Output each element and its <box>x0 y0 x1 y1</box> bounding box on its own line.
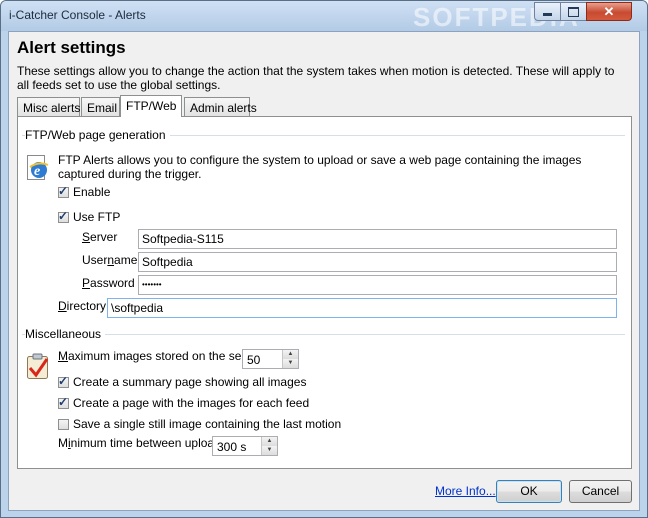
spin-down-icon[interactable]: ▼ <box>261 446 277 455</box>
min-time-label: Minimum time between uploads <box>58 436 227 450</box>
maximize-icon <box>568 6 579 17</box>
spin-up-icon[interactable]: ▲ <box>282 350 298 359</box>
check-icon: ✓ <box>58 373 69 388</box>
page-description: These settings allow you to change the a… <box>17 64 615 92</box>
password-field[interactable]: ••••••• <box>138 275 617 295</box>
clipboard-check-icon <box>27 353 49 379</box>
spin-down-icon[interactable]: ▼ <box>282 359 298 368</box>
close-button[interactable]: ✕ <box>586 2 632 21</box>
server-field[interactable]: Softpedia-S115 <box>138 229 617 249</box>
enable-checkbox[interactable]: ✓ Enable <box>58 183 111 199</box>
single-still-label: Save a single still image containing the… <box>73 417 342 431</box>
server-label: Server <box>82 230 118 244</box>
checkbox-box[interactable]: ✓ <box>58 208 69 223</box>
password-label: Password <box>82 276 135 290</box>
tab-admin-alerts[interactable]: Admin alerts <box>184 97 257 117</box>
directory-label: Directory <box>58 299 107 313</box>
ie-globe-icon: e <box>27 155 49 180</box>
tab-misc-alerts[interactable]: Misc alerts <box>17 97 80 117</box>
max-images-label: Maximum images stored on the server <box>58 349 263 363</box>
checkbox-box[interactable] <box>58 418 69 430</box>
page-per-feed-checkbox[interactable]: ✓ Create a page with the images for each… <box>58 394 310 410</box>
max-images-value: 50 <box>247 353 261 367</box>
username-label: Username <box>82 253 138 267</box>
check-icon: ✓ <box>58 208 69 223</box>
min-time-value: 300 s <box>217 440 247 454</box>
checkbox-box[interactable]: ✓ <box>58 394 69 409</box>
max-images-stepper[interactable]: 50 ▲ ▼ <box>242 349 299 369</box>
username-field[interactable]: Softpedia <box>138 252 617 272</box>
directory-field[interactable]: \softpedia <box>107 298 617 318</box>
ftp-info-text: FTP Alerts allows you to configure the s… <box>58 153 582 181</box>
window-title: i-Catcher Console - Alerts <box>9 8 146 22</box>
more-info-link[interactable]: More Info... <box>435 484 496 498</box>
spinner-buttons: ▲ ▼ <box>282 350 298 368</box>
ftp-section-title: FTP/Web page generation <box>25 128 170 142</box>
title-bar[interactable]: i-Catcher Console - Alerts SOFTPEDIA ✕ <box>1 1 647 32</box>
single-still-checkbox[interactable]: Save a single still image containing the… <box>58 417 341 431</box>
checkbox-box[interactable]: ✓ <box>58 373 69 388</box>
tab-ftp-web[interactable]: FTP/Web <box>120 95 182 117</box>
page-per-feed-label: Create a page with the images for each f… <box>73 396 310 410</box>
spinner-buttons: ▲ ▼ <box>261 437 277 455</box>
dialog-client-area: Alert settings These settings allow you … <box>8 31 640 511</box>
minimize-button[interactable] <box>534 2 561 21</box>
summary-page-label: Create a summary page showing all images <box>73 375 307 389</box>
section-divider <box>22 334 625 335</box>
maximize-button[interactable] <box>560 2 587 21</box>
use-ftp-label: Use FTP <box>73 210 121 224</box>
close-icon: ✕ <box>603 3 615 19</box>
use-ftp-checkbox[interactable]: ✓ Use FTP <box>58 208 121 224</box>
minimize-icon <box>543 13 552 16</box>
checkbox-box[interactable]: ✓ <box>58 183 69 198</box>
ftp-web-panel: FTP/Web page generation e FTP Alerts all… <box>17 116 632 469</box>
summary-page-checkbox[interactable]: ✓ Create a summary page showing all imag… <box>58 373 307 389</box>
ok-button[interactable]: OK <box>496 480 562 503</box>
spin-up-icon[interactable]: ▲ <box>261 437 277 446</box>
page-title: Alert settings <box>17 38 126 57</box>
tab-email[interactable]: Email <box>81 97 120 117</box>
check-icon: ✓ <box>58 183 69 198</box>
enable-label: Enable <box>73 185 111 199</box>
svg-text:e: e <box>34 164 40 179</box>
cancel-button[interactable]: Cancel <box>569 480 632 503</box>
alerts-window: i-Catcher Console - Alerts SOFTPEDIA ✕ A… <box>0 0 648 518</box>
misc-section-title: Miscellaneous <box>25 327 106 341</box>
check-icon: ✓ <box>58 394 69 409</box>
min-time-stepper[interactable]: 300 s ▲ ▼ <box>212 436 278 456</box>
